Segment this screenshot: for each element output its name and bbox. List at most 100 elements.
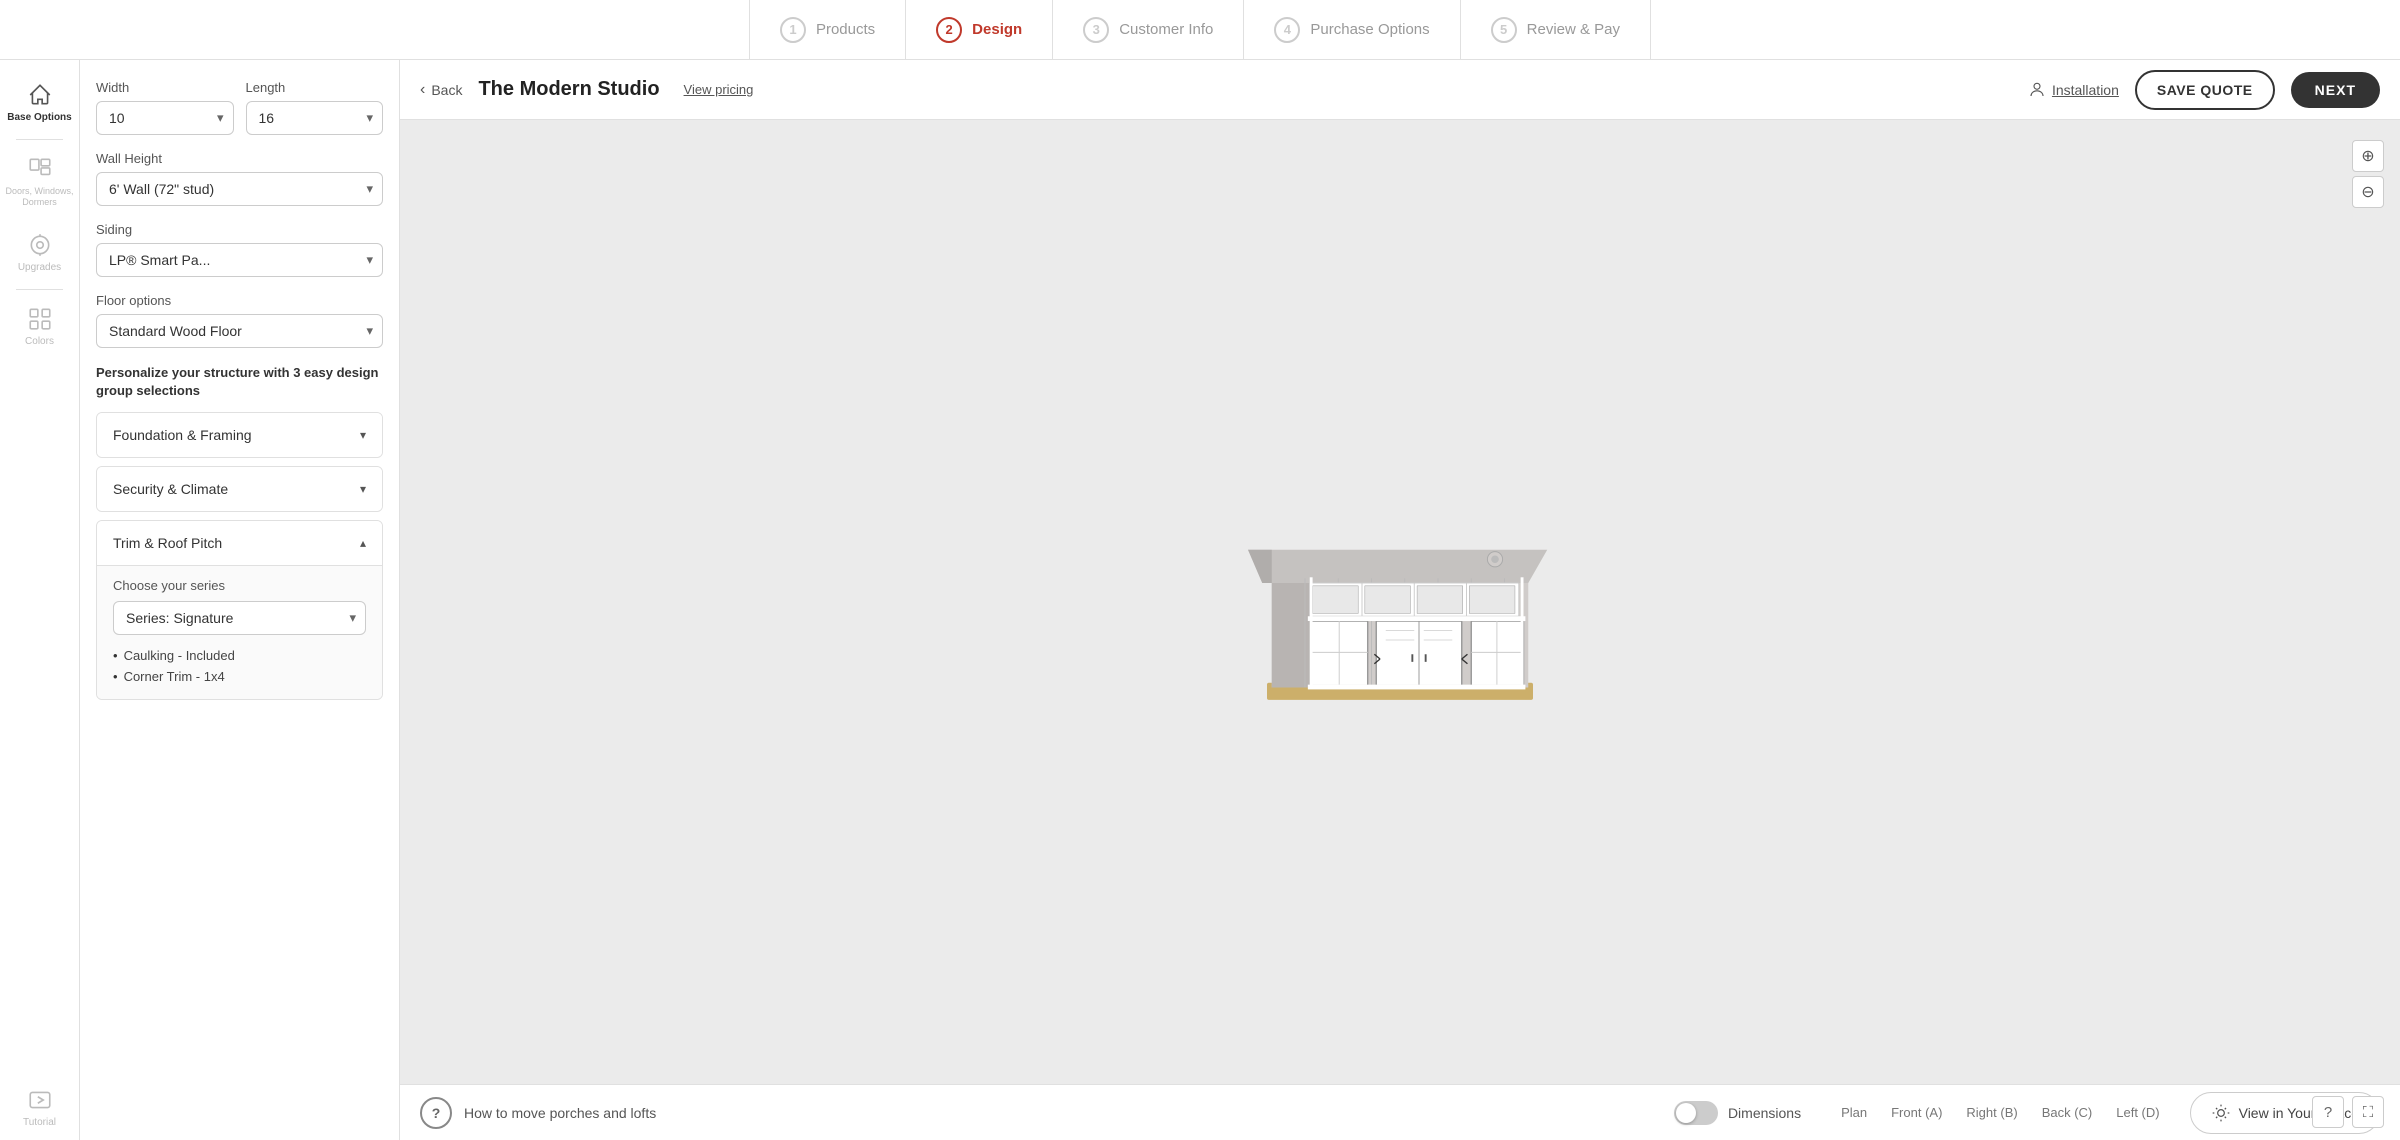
main-layout: Base Options Doors, Windows, Dormers Upg… bbox=[0, 60, 2400, 1140]
step-circle-1: 1 bbox=[780, 17, 806, 43]
question-mark-icon: ? bbox=[432, 1105, 441, 1121]
nav-step-design[interactable]: 2 Design bbox=[906, 0, 1053, 60]
toggle-knob bbox=[1676, 1103, 1696, 1123]
wall-height-select-wrapper: 6' Wall (72" stud) bbox=[96, 172, 383, 206]
width-select-wrapper: 10 bbox=[96, 101, 234, 135]
shed-preview bbox=[1210, 462, 1590, 742]
fullscreen-button[interactable]: ⛶ bbox=[2352, 1096, 2384, 1128]
nav-label-design: Design bbox=[972, 21, 1022, 38]
sidebar-divider-2 bbox=[16, 289, 63, 290]
accordion-header-security[interactable]: Security & Climate ▾ bbox=[97, 467, 382, 511]
step-circle-2: 2 bbox=[936, 17, 962, 43]
zoom-in-button[interactable]: ⊕ bbox=[2352, 140, 2384, 172]
preview-area: ‹ Back The Modern Studio View pricing In… bbox=[400, 60, 2400, 1140]
accordion-security-climate: Security & Climate ▾ bbox=[96, 466, 383, 512]
sidebar-label-upgrades: Upgrades bbox=[18, 262, 61, 273]
accordion-trim-roof-pitch: Trim & Roof Pitch ▴ Choose your series S… bbox=[96, 520, 383, 700]
step-circle-4: 4 bbox=[1274, 17, 1300, 43]
floor-options-group: Floor options Standard Wood Floor bbox=[96, 293, 383, 348]
upgrades-icon bbox=[27, 232, 53, 258]
next-button[interactable]: NEXT bbox=[2291, 72, 2380, 108]
how-to-text: How to move porches and lofts bbox=[464, 1105, 656, 1121]
colors-icon bbox=[27, 306, 53, 332]
width-field-group: Width 10 bbox=[96, 80, 234, 135]
help-circle-button[interactable]: ? bbox=[2312, 1096, 2344, 1128]
width-select[interactable]: 10 bbox=[96, 101, 234, 135]
width-label: Width bbox=[96, 80, 234, 95]
help-icon-button[interactable]: ? bbox=[420, 1097, 452, 1129]
zoom-out-button[interactable]: ⊖ bbox=[2352, 176, 2384, 208]
help-icon: ? bbox=[2324, 1104, 2332, 1121]
sidebar-label-base-options: Base Options bbox=[7, 112, 71, 123]
sidebar-label-colors: Colors bbox=[25, 336, 54, 347]
series-select[interactable]: Series: Signature bbox=[113, 601, 366, 635]
accordion-label-trim: Trim & Roof Pitch bbox=[113, 535, 222, 551]
tab-front[interactable]: Front (A) bbox=[1891, 1105, 1942, 1120]
sidebar-item-upgrades[interactable]: Upgrades bbox=[0, 220, 80, 285]
siding-select-wrapper: LP® Smart Pa... bbox=[96, 243, 383, 277]
zoom-in-icon: ⊕ bbox=[2361, 146, 2374, 166]
save-quote-button[interactable]: SAVE QUOTE bbox=[2135, 70, 2275, 110]
tab-back[interactable]: Back (C) bbox=[2042, 1105, 2093, 1120]
accordion-arrow-trim: ▴ bbox=[360, 536, 366, 550]
choose-series-label: Choose your series bbox=[113, 578, 366, 593]
dimensions-toggle[interactable] bbox=[1674, 1101, 1718, 1125]
wall-height-label: Wall Height bbox=[96, 151, 383, 166]
accordion-arrow-foundation: ▾ bbox=[360, 428, 366, 442]
personalize-text: Personalize your structure with 3 easy d… bbox=[96, 364, 383, 400]
canvas-area: ⊕ ⊖ bbox=[400, 120, 2400, 1084]
step-circle-3: 3 bbox=[1083, 17, 1109, 43]
tutorial-icon bbox=[27, 1087, 53, 1113]
sidebar-item-base-options[interactable]: Base Options bbox=[0, 70, 80, 135]
length-label: Length bbox=[246, 80, 384, 95]
nav-step-purchase-options[interactable]: 4 Purchase Options bbox=[1244, 0, 1460, 60]
nav-step-products[interactable]: 1 Products bbox=[749, 0, 906, 60]
person-icon bbox=[2028, 81, 2046, 99]
siding-select[interactable]: LP® Smart Pa... bbox=[96, 243, 383, 277]
back-label: Back bbox=[431, 82, 462, 98]
sidebar-label-doors-windows: Doors, Windows, Dormers bbox=[5, 186, 75, 208]
tab-right[interactable]: Right (B) bbox=[1966, 1105, 2017, 1120]
bottom-bar: ? How to move porches and lofts Dimensio… bbox=[400, 1084, 2400, 1140]
accordion-foundation-framing: Foundation & Framing ▾ bbox=[96, 412, 383, 458]
view-tabs: Plan Front (A) Right (B) Back (C) Left (… bbox=[1841, 1105, 2160, 1120]
installation-button[interactable]: Installation bbox=[2028, 81, 2119, 99]
trim-bullet-list: Caulking - Included Corner Trim - 1x4 bbox=[113, 645, 366, 687]
sidebar-divider-1 bbox=[16, 139, 63, 140]
floor-select-wrapper: Standard Wood Floor bbox=[96, 314, 383, 348]
sidebar-label-tutorial: Tutorial bbox=[23, 1117, 56, 1128]
bullet-caulking: Caulking - Included bbox=[113, 645, 366, 666]
back-button[interactable]: ‹ Back bbox=[420, 81, 462, 99]
floor-select[interactable]: Standard Wood Floor bbox=[96, 314, 383, 348]
wall-height-group: Wall Height 6' Wall (72" stud) bbox=[96, 151, 383, 206]
preview-title: The Modern Studio bbox=[478, 78, 659, 101]
floor-options-label: Floor options bbox=[96, 293, 383, 308]
tab-plan[interactable]: Plan bbox=[1841, 1105, 1867, 1120]
nav-label-purchase-options: Purchase Options bbox=[1310, 21, 1429, 38]
wall-height-select[interactable]: 6' Wall (72" stud) bbox=[96, 172, 383, 206]
siding-label: Siding bbox=[96, 222, 383, 237]
accordion-label-security: Security & Climate bbox=[113, 481, 228, 497]
zoom-controls: ⊕ ⊖ bbox=[2352, 140, 2384, 208]
length-select-wrapper: 16 bbox=[246, 101, 384, 135]
nav-label-products: Products bbox=[816, 21, 875, 38]
accordion-body-trim: Choose your series Series: Signature Cau… bbox=[97, 565, 382, 699]
length-select[interactable]: 16 bbox=[246, 101, 384, 135]
tab-left[interactable]: Left (D) bbox=[2116, 1105, 2159, 1120]
sidebar-item-tutorial[interactable]: Tutorial bbox=[0, 1075, 80, 1140]
preview-header: ‹ Back The Modern Studio View pricing In… bbox=[400, 60, 2400, 120]
nav-step-customer-info[interactable]: 3 Customer Info bbox=[1053, 0, 1244, 60]
accordion-header-foundation[interactable]: Foundation & Framing ▾ bbox=[97, 413, 382, 457]
nav-label-customer-info: Customer Info bbox=[1119, 21, 1213, 38]
nav-step-review-pay[interactable]: 5 Review & Pay bbox=[1461, 0, 1651, 60]
dimensions-area: Dimensions bbox=[1674, 1101, 1801, 1125]
nav-label-review-pay: Review & Pay bbox=[1527, 21, 1620, 38]
sidebar-item-doors-windows[interactable]: Doors, Windows, Dormers bbox=[0, 144, 80, 220]
sidebar-item-colors[interactable]: Colors bbox=[0, 294, 80, 359]
series-select-wrapper: Series: Signature bbox=[113, 601, 366, 635]
accordion-header-trim[interactable]: Trim & Roof Pitch ▴ bbox=[97, 521, 382, 565]
icon-sidebar: Base Options Doors, Windows, Dormers Upg… bbox=[0, 60, 80, 1140]
back-arrow-icon: ‹ bbox=[420, 81, 425, 99]
view-pricing-link[interactable]: View pricing bbox=[684, 82, 754, 97]
installation-label: Installation bbox=[2052, 82, 2119, 98]
